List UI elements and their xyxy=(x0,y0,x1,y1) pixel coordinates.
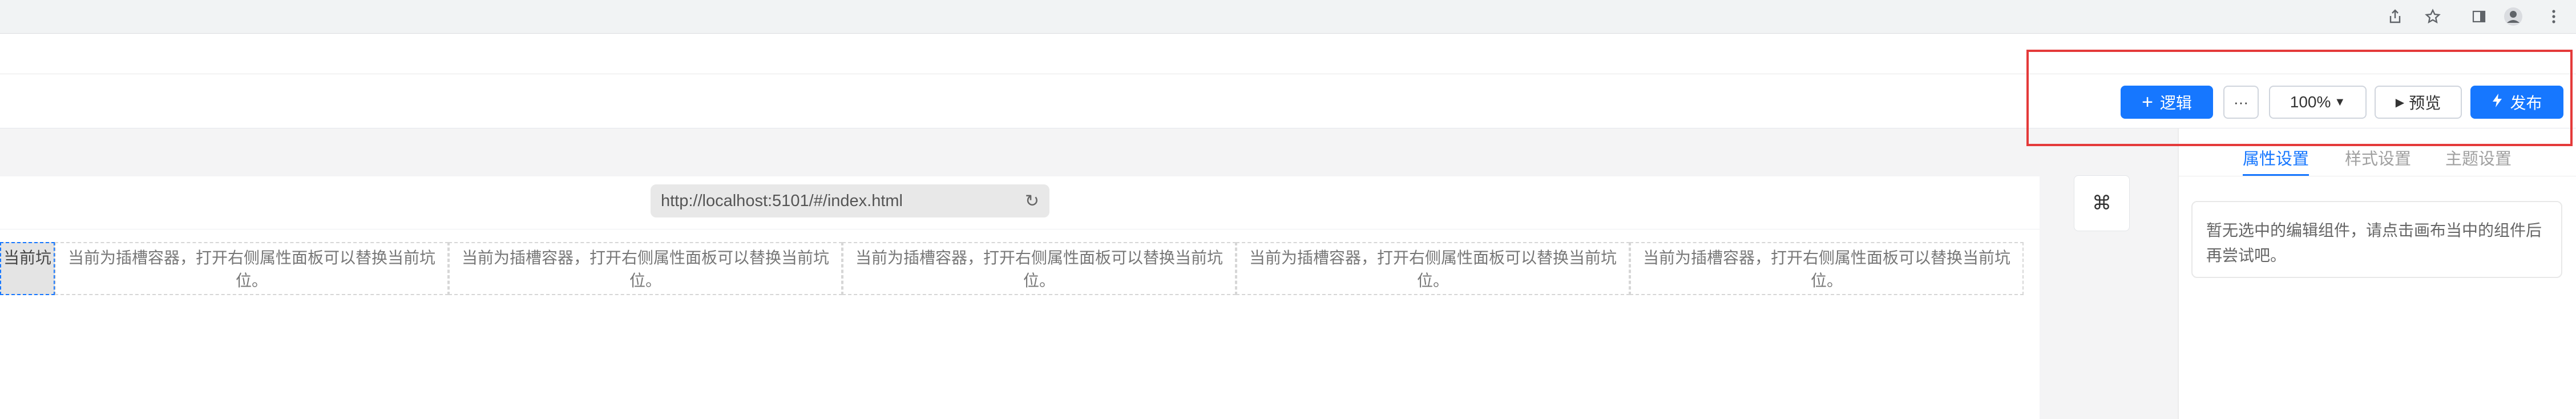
canvas-url-text: http://localhost:5101/#/index.html xyxy=(661,191,903,210)
logic-button-label: 逻辑 xyxy=(2159,94,2192,112)
share-icon[interactable] xyxy=(2385,7,2405,26)
slot-text: 当前为插槽容器，打开右侧属性面板可以替换当前坑位。 xyxy=(461,249,829,289)
slot-container[interactable]: 当前为插槽容器，打开右侧属性面板可以替换当前坑位。 xyxy=(1236,242,1630,295)
publish-button-label: 发布 xyxy=(2510,94,2542,112)
refresh-icon[interactable]: ↻ xyxy=(1025,191,1039,211)
tab-theme-label: 主题设置 xyxy=(2445,150,2512,168)
slot-text: 当前为插槽容器，打开右侧属性面板可以替换当前坑位。 xyxy=(1642,249,2010,289)
more-button[interactable]: ··· xyxy=(2223,86,2259,119)
preview-button-label: 预览 xyxy=(2409,94,2441,112)
kebab-menu-icon[interactable] xyxy=(2544,7,2563,26)
side-panel-icon[interactable] xyxy=(2469,7,2489,26)
slot-container[interactable]: 当前为插槽容器，打开右侧属性面板可以替换当前坑位。 xyxy=(449,242,842,295)
logic-button[interactable]: + 逻辑 xyxy=(2121,86,2213,119)
slot-text: 当前为插槽容器，打开右侧属性面板可以替换当前坑位。 xyxy=(1249,249,1617,289)
publish-button[interactable]: 发布 xyxy=(2470,86,2563,119)
zoom-dropdown[interactable]: 100% ▼ xyxy=(2269,86,2367,119)
slot-text: 当前为插槽容器，打开右侧属性面板可以替换当前坑位。 xyxy=(855,249,1223,289)
slot-container[interactable]: 当前为插槽容器，打开右侧属性面板可以替换当前坑位。 xyxy=(1630,242,2024,295)
play-icon: ▶ xyxy=(2395,96,2405,109)
tab-properties-label: 属性设置 xyxy=(2243,150,2309,168)
browser-toolbar xyxy=(0,0,2576,34)
lightning-icon xyxy=(2492,93,2503,112)
empty-selection-message: 暂无选中的编辑组件，请点击画布当中的组件后再尝试吧。 xyxy=(2206,221,2542,264)
preview-button[interactable]: ▶ 预览 xyxy=(2375,86,2462,119)
plus-icon: + xyxy=(2142,91,2153,113)
slot-container[interactable]: 当前坑 xyxy=(0,242,55,295)
caret-down-icon: ▼ xyxy=(2334,95,2346,108)
slot-text: 当前为插槽容器，打开右侧属性面板可以替换当前坑位。 xyxy=(67,249,435,289)
star-icon[interactable] xyxy=(2423,7,2442,26)
command-icon: ⌘ xyxy=(2092,192,2111,214)
slot-text: 当前坑 xyxy=(3,249,51,267)
page-header-strip xyxy=(0,34,2576,74)
more-icon: ··· xyxy=(2234,93,2248,111)
tab-styles[interactable]: 样式设置 xyxy=(2345,146,2411,170)
command-key-button[interactable]: ⌘ xyxy=(2074,175,2130,231)
slot-container[interactable]: 当前为插槽容器，打开右侧属性面板可以替换当前坑位。 xyxy=(55,242,449,295)
zoom-value: 100% xyxy=(2290,93,2331,111)
canvas-url-field[interactable]: http://localhost:5101/#/index.html ↻ xyxy=(651,184,1049,217)
tab-properties[interactable]: 属性设置 xyxy=(2243,146,2309,170)
profile-icon[interactable] xyxy=(2504,7,2523,26)
tab-theme[interactable]: 主题设置 xyxy=(2445,146,2512,170)
empty-selection-card: 暂无选中的编辑组件，请点击画布当中的组件后再尝试吧。 xyxy=(2191,201,2562,278)
slot-container[interactable]: 当前为插槽容器，打开右侧属性面板可以替换当前坑位。 xyxy=(842,242,1236,295)
tab-styles-label: 样式设置 xyxy=(2345,150,2412,168)
